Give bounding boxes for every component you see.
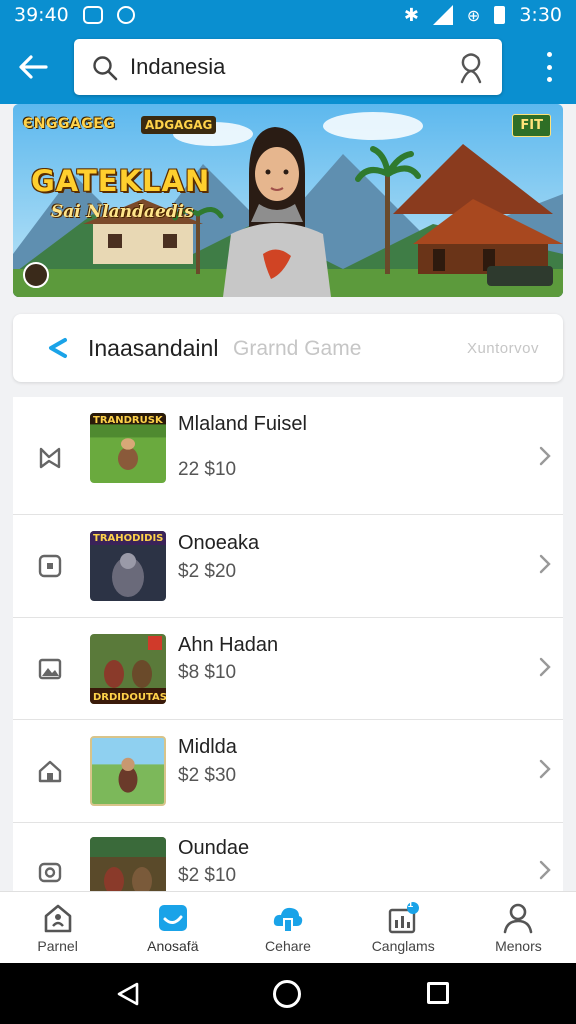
bottom-navigation: Parnel Anosafä Cehare 1 Canglams Menors [0, 891, 576, 963]
nav-label: Anosafä [147, 938, 199, 954]
game-price: $8 $10 [178, 662, 237, 683]
banner-scene [13, 104, 563, 297]
banner-chip [487, 266, 553, 286]
search-input[interactable] [130, 49, 430, 85]
game-price: $2 $30 [178, 765, 237, 786]
banner-tag: ADGAGAG [141, 116, 217, 134]
nav-item-menors[interactable]: Menors [461, 892, 576, 963]
game-title: Midlda [178, 736, 237, 758]
nav-item-canglams[interactable]: 1 Canglams [346, 892, 461, 963]
camera-icon [38, 862, 62, 883]
category-arrow-icon [49, 338, 67, 358]
game-thumbnail [90, 736, 166, 806]
home-icon [38, 760, 62, 783]
app-bar [0, 30, 576, 104]
nav-label: Parnel [37, 938, 78, 954]
nav-badge: 1 [407, 899, 414, 910]
nav-label: Canglams [371, 938, 435, 954]
person-icon [504, 903, 533, 934]
search-icon [93, 56, 118, 81]
battery-icon [494, 6, 506, 24]
chevron-right-icon [539, 554, 551, 574]
category-hint: Grarnd Game [233, 337, 362, 360]
signal-icon [432, 5, 453, 25]
voice-profile-icon[interactable] [456, 52, 486, 84]
chat-icon [158, 905, 187, 931]
list-item[interactable]: TRAHODIDIS Onoeaka $2 $20 [13, 515, 563, 618]
chevron-right-icon [539, 759, 551, 779]
banner-avatar [23, 262, 49, 288]
chart-icon [389, 902, 420, 934]
banner-publisher: ЄNGGAGEG [23, 116, 116, 132]
game-price: $2 $10 [178, 865, 237, 886]
thumbnail-label: DRDIDOUTAS [93, 692, 167, 703]
search-box[interactable] [74, 39, 502, 95]
chevron-right-icon [539, 446, 551, 466]
game-title: Oundae [178, 837, 250, 859]
list-item[interactable]: DRDIDOUTAS Ahn Hadan $8 $10 [13, 618, 563, 720]
chevron-right-icon [539, 657, 551, 677]
game-thumbnail [90, 837, 166, 891]
bluetooth-icon: ✱ [403, 4, 419, 26]
status-bar: 39:40 ✱ ⊕ 3:30 [0, 0, 576, 30]
alarm-icon: ⊕ [466, 5, 481, 25]
notification-icon [82, 6, 103, 24]
game-price: 22 $10 [178, 459, 237, 480]
cloud-icon [273, 907, 303, 931]
list-item[interactable]: TRANDRUSK Mlaland Fuisel 22 $10 [13, 397, 563, 515]
thumbnail-label: TRAHODIDIS [93, 533, 164, 544]
tag-icon [39, 447, 61, 469]
game-list: TRANDRUSK Mlaland Fuisel 22 $10 TRAHODID… [13, 397, 563, 891]
game-title: Onoeaka [178, 532, 260, 554]
nav-label: Menors [495, 938, 542, 954]
nav-label: Cehare [265, 938, 311, 954]
banner-title: GATEKLAN [31, 164, 211, 198]
thumbnail-label: TRANDRUSK [93, 415, 163, 426]
more-options-icon[interactable] [544, 52, 554, 82]
status-clock: 3:30 [519, 4, 562, 26]
game-title: Ahn Hadan [178, 634, 279, 656]
list-item[interactable]: Oundae $2 $10 [13, 823, 563, 891]
system-recents-icon[interactable] [427, 982, 449, 1004]
category-card[interactable]: Inaasandainl Grarnd Game Xuntorvov [13, 314, 563, 382]
system-navigation-bar [0, 963, 576, 1024]
nav-item-anosafa[interactable]: Anosafä [115, 892, 230, 963]
square-icon [38, 554, 62, 578]
system-home-icon[interactable] [273, 980, 301, 1008]
list-item[interactable]: Midlda $2 $30 [13, 720, 563, 823]
banner-subtitle: Sai Nlandaedis [51, 202, 194, 222]
game-title: Mlaland Fuisel [178, 413, 307, 435]
back-arrow-icon[interactable] [16, 50, 50, 84]
image-icon [38, 658, 62, 680]
home-icon [44, 904, 71, 933]
category-name: Inaasandainl [88, 335, 219, 361]
system-back-icon[interactable] [115, 981, 141, 1007]
chevron-right-icon [539, 860, 551, 880]
banner-badge: FIT [512, 114, 551, 137]
featured-banner[interactable]: ЄNGGAGEG ADGAGAG GATEKLAN Sai Nlandaedis… [13, 104, 563, 297]
nav-item-parnel[interactable]: Parnel [0, 892, 115, 963]
nav-item-cehare[interactable]: Cehare [230, 892, 345, 963]
status-time: 39:40 [14, 4, 69, 26]
game-price: $2 $20 [178, 561, 237, 582]
app-notification-icon [116, 6, 135, 24]
category-filter[interactable]: Xuntorvov [467, 340, 539, 357]
